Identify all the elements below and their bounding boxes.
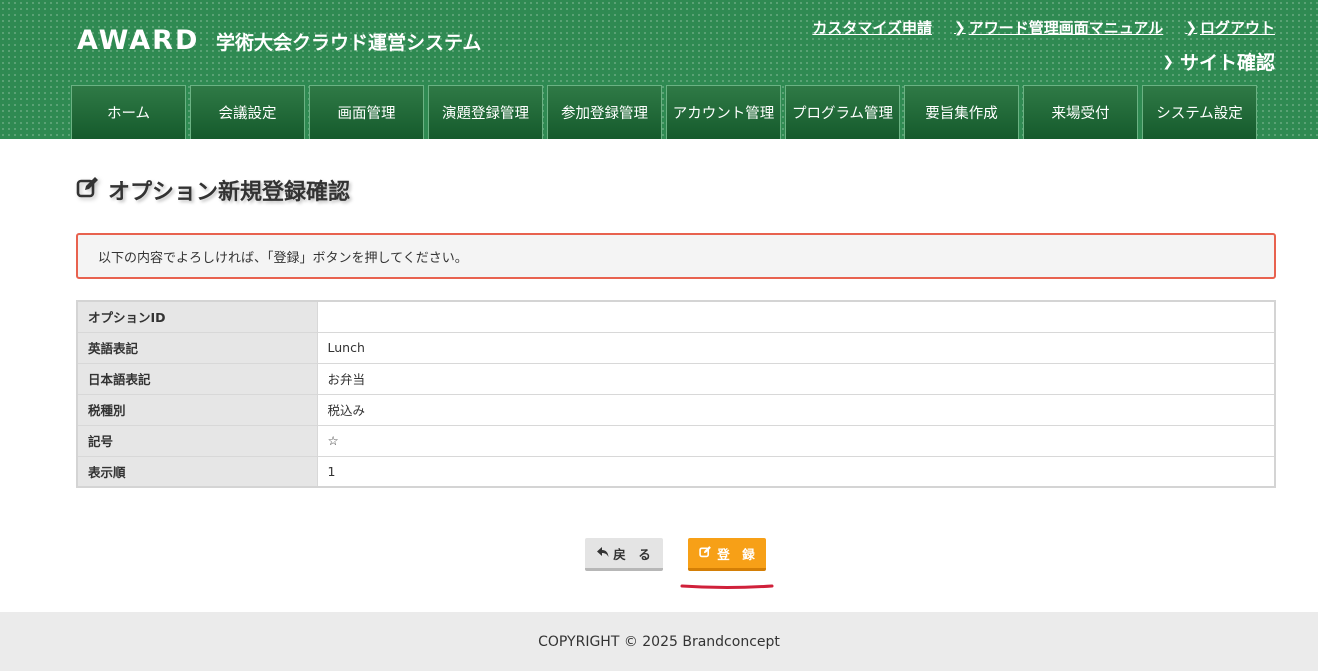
row-value-display-order: 1 [316, 455, 1276, 488]
register-button[interactable]: 登 録 [688, 538, 766, 571]
annotation-underline [680, 584, 774, 589]
manual-link[interactable]: ❯ アワード管理画面マニュアル [954, 17, 1163, 38]
row-label-english: 英語表記 [76, 331, 318, 364]
row-label-display-order: 表示順 [76, 455, 318, 488]
nav-item-screen-management[interactable]: 画面管理 [309, 85, 424, 139]
chevron-right-icon: ❯ [1185, 19, 1197, 36]
confirmation-notice: 以下の内容でよろしければ、「登録」ボタンを押してください。 [76, 233, 1276, 279]
system-title: 学術大会クラウド運営システム [216, 32, 482, 54]
nav-item-abstract-registration[interactable]: 演題登録管理 [428, 85, 543, 139]
table-row: オプションID [76, 300, 1276, 333]
logout-link[interactable]: ❯ ログアウト [1185, 17, 1275, 38]
site-confirm-label: サイト確認 [1179, 52, 1275, 74]
row-label-option-id: オプションID [76, 300, 318, 333]
nav-item-reception[interactable]: 来場受付 [1023, 85, 1138, 139]
row-label-symbol: 記号 [76, 424, 318, 457]
table-row: 英語表記 Lunch [76, 331, 1276, 364]
page-title-text: オプション新規登録確認 [108, 180, 351, 205]
logout-label: ログアウト [1199, 19, 1275, 37]
row-value-english: Lunch [316, 331, 1276, 364]
chevron-right-icon: ❯ [1162, 53, 1174, 70]
main-nav: ホーム 会議設定 画面管理 演題登録管理 参加登録管理 アカウント管理 プログラ… [71, 85, 1257, 139]
header: AWARD 学術大会クラウド運営システム カスタマイズ申請 ❯ アワード管理画面… [0, 0, 1318, 139]
nav-item-account-management[interactable]: アカウント管理 [666, 85, 781, 139]
edit-icon [699, 545, 712, 561]
customize-request-link[interactable]: カスタマイズ申請 [812, 17, 932, 38]
top-links: カスタマイズ申請 ❯ アワード管理画面マニュアル ❯ ログアウト [812, 17, 1275, 38]
back-arrow-icon [597, 546, 609, 561]
manual-label: アワード管理画面マニュアル [968, 19, 1164, 37]
back-button[interactable]: 戻 る [585, 538, 663, 571]
chevron-right-icon: ❯ [953, 19, 966, 36]
row-value-symbol: ☆ [316, 424, 1276, 457]
notice-text: 以下の内容でよろしければ、「登録」ボタンを押してください。 [98, 250, 468, 266]
copyright-text: COPYRIGHT © 2025 Brandconcept [538, 633, 780, 650]
table-row: 日本語表記 お弁当 [76, 362, 1276, 395]
nav-item-program-management[interactable]: プログラム管理 [785, 85, 900, 139]
table-row: 税種別 税込み [76, 393, 1276, 426]
table-row: 記号 ☆ [76, 424, 1276, 457]
site-confirm-link[interactable]: ❯ サイト確認 [1162, 48, 1275, 75]
nav-item-abstract-book[interactable]: 要旨集作成 [904, 85, 1019, 139]
back-label: 戻 る [613, 546, 651, 562]
row-label-japanese: 日本語表記 [76, 362, 318, 395]
nav-item-home[interactable]: ホーム [71, 85, 186, 139]
table-row: 表示順 1 [76, 455, 1276, 488]
row-value-japanese: お弁当 [316, 362, 1276, 395]
row-value-tax-type: 税込み [316, 393, 1276, 426]
nav-item-participant-registration[interactable]: 参加登録管理 [547, 85, 662, 139]
award-logo[interactable]: AWARD [77, 25, 199, 56]
edit-icon [76, 175, 100, 205]
register-label: 登 録 [717, 546, 755, 562]
option-detail-table: オプションID 英語表記 Lunch 日本語表記 お弁当 税種別 税込み 記号 … [76, 300, 1276, 488]
row-label-tax-type: 税種別 [76, 393, 318, 426]
nav-item-system-settings[interactable]: システム設定 [1142, 85, 1257, 139]
page-title: オプション新規登録確認 [76, 174, 350, 206]
nav-item-conference-settings[interactable]: 会議設定 [190, 85, 305, 139]
footer: COPYRIGHT © 2025 Brandconcept [0, 612, 1318, 671]
row-value-option-id [316, 300, 1276, 333]
customize-request-label: カスタマイズ申請 [812, 19, 932, 37]
